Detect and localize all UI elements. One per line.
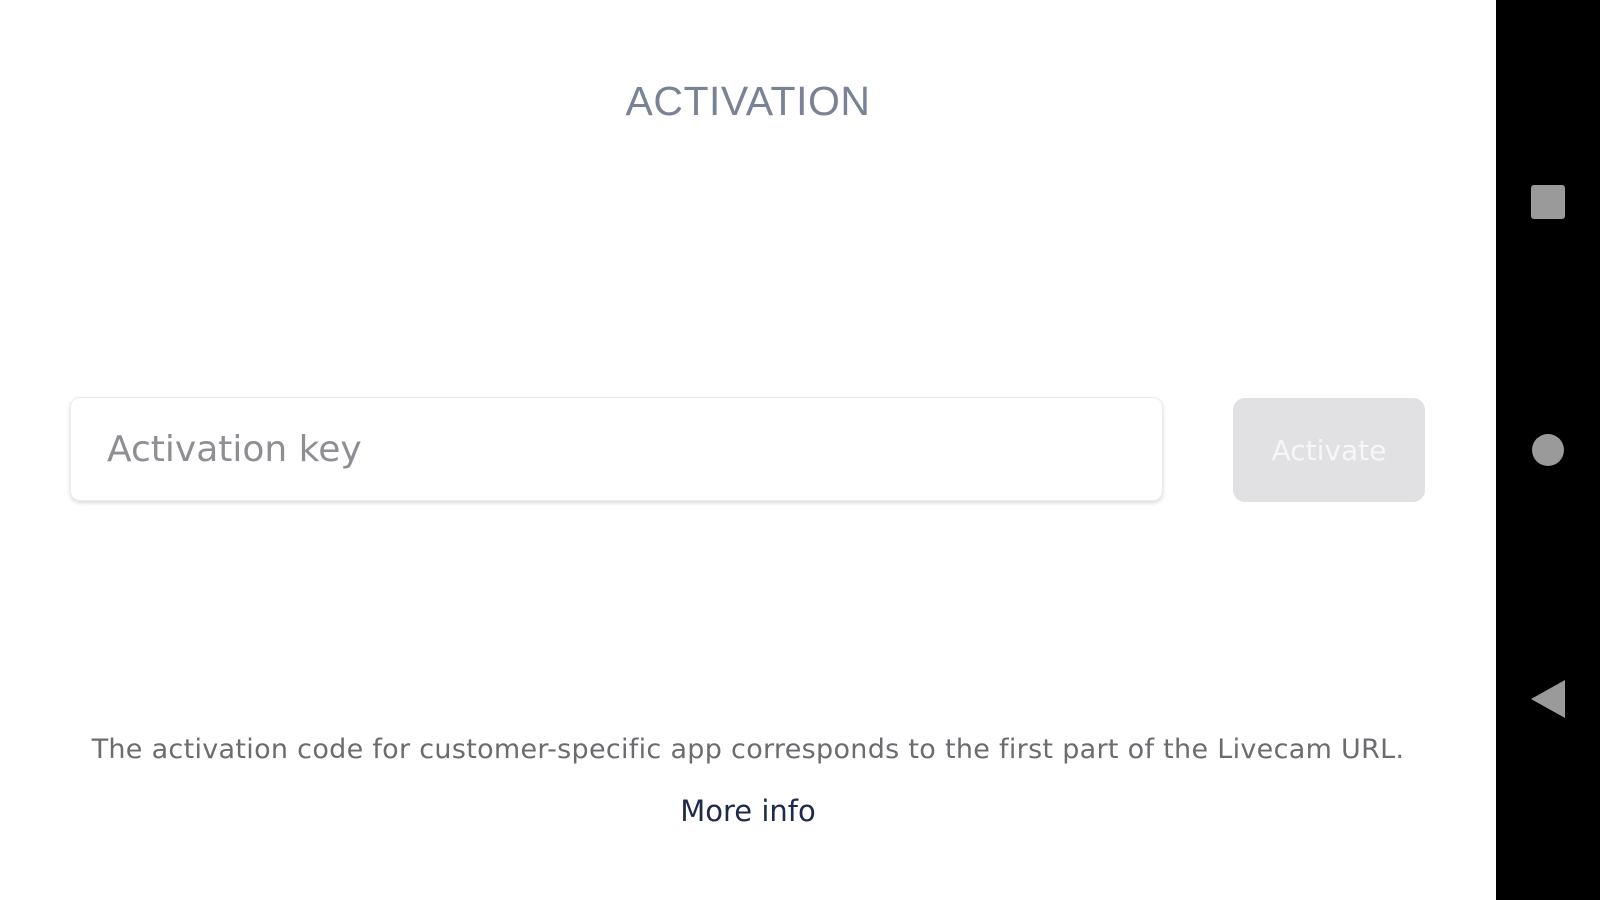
system-navigation-bar xyxy=(1496,0,1600,900)
activation-info-text: The activation code for customer-specifi… xyxy=(91,734,1405,765)
more-info-link[interactable]: More info xyxy=(680,794,816,828)
activate-button[interactable]: Activate xyxy=(1233,398,1425,502)
page-title: ACTIVATION xyxy=(625,78,871,124)
home-button[interactable] xyxy=(1496,405,1600,495)
circle-icon xyxy=(1532,434,1564,466)
activation-key-input[interactable] xyxy=(70,397,1163,501)
square-icon xyxy=(1531,185,1565,219)
more-info-container: More info xyxy=(0,794,1496,828)
activation-page: ACTIVATION Activate The activation code … xyxy=(0,0,1496,900)
recents-button[interactable] xyxy=(1496,157,1600,247)
app-screen: ACTIVATION Activate The activation code … xyxy=(0,0,1600,900)
triangle-back-icon xyxy=(1531,680,1565,718)
back-button[interactable] xyxy=(1496,654,1600,744)
